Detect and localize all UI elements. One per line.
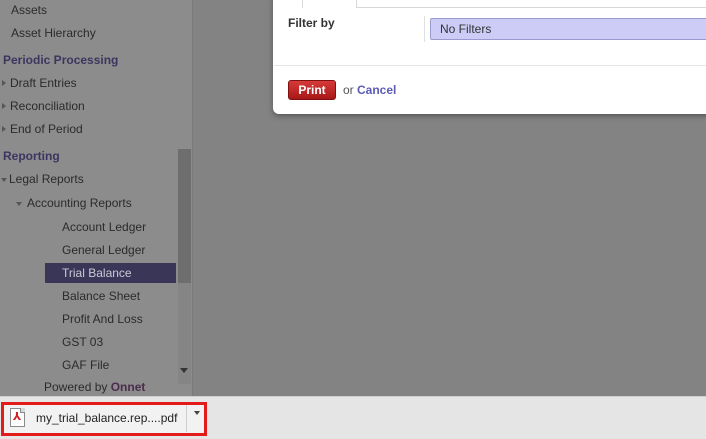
- dialog-tab[interactable]: [302, 0, 357, 8]
- sidebar-item-gaf-file[interactable]: GAF File: [62, 355, 109, 375]
- sidebar-item-gst-03[interactable]: GST 03: [62, 332, 103, 352]
- sidebar-item-label: Trial Balance: [62, 266, 132, 280]
- filter-select[interactable]: No Filters: [430, 18, 706, 40]
- field-separator: [424, 16, 425, 42]
- powered-by: Powered by Onnet: [44, 379, 145, 395]
- powered-by-brand-link[interactable]: Onnet: [111, 380, 146, 394]
- sidebar-section-reporting: Reporting: [3, 149, 60, 163]
- dialog-footer-divider: [274, 65, 706, 66]
- sidebar-scrollbar-thumb[interactable]: [178, 149, 191, 283]
- expand-caret-icon[interactable]: [2, 126, 6, 132]
- expand-caret-icon[interactable]: [2, 80, 6, 86]
- collapse-caret-icon[interactable]: [16, 202, 22, 206]
- sidebar-item-asset-hierarchy[interactable]: Asset Hierarchy: [11, 23, 96, 43]
- sidebar-item-accounting-reports[interactable]: Accounting Reports: [27, 193, 132, 213]
- sidebar-item-end-of-period[interactable]: End of Period: [10, 119, 83, 139]
- expand-caret-icon[interactable]: [2, 103, 6, 109]
- cancel-link[interactable]: Cancel: [357, 83, 396, 97]
- sidebar-item-balance-sheet[interactable]: Balance Sheet: [62, 286, 140, 306]
- sidebar-item-profit-and-loss[interactable]: Profit And Loss: [62, 309, 143, 329]
- chevron-down-icon[interactable]: [194, 411, 200, 415]
- collapse-caret-icon[interactable]: [1, 178, 7, 182]
- pdf-acrobat-mark-icon: ⅄: [12, 411, 22, 423]
- sidebar-item-legal-reports[interactable]: Legal Reports: [9, 169, 84, 189]
- print-button[interactable]: Print: [288, 80, 336, 100]
- scroll-down-arrow-icon[interactable]: [180, 368, 188, 373]
- or-text: or: [343, 83, 354, 97]
- sidebar-section-periodic-processing: Periodic Processing: [3, 53, 119, 67]
- sidebar-item-draft-entries[interactable]: Draft Entries: [10, 73, 77, 93]
- sidebar-item-assets[interactable]: Assets: [11, 0, 47, 20]
- download-separator: [186, 405, 187, 432]
- filter-by-label: Filter by: [288, 16, 335, 30]
- sidebar-item-general-ledger[interactable]: General Ledger: [62, 240, 145, 260]
- download-file-name[interactable]: my_trial_balance.rep....pdf: [36, 411, 177, 425]
- tab-divider: [357, 7, 706, 8]
- sidebar-item-reconciliation[interactable]: Reconciliation: [10, 96, 85, 116]
- powered-by-prefix: Powered by: [44, 380, 108, 394]
- sidebar-item-account-ledger[interactable]: Account Ledger: [62, 217, 146, 237]
